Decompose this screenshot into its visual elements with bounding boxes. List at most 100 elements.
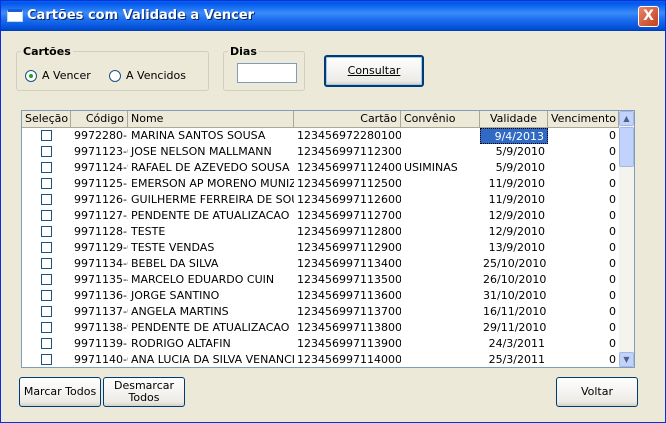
table-row[interactable]: 9972280-1 MARINA SANTOS SOUSA 123456972280…: [22, 128, 619, 144]
scroll-up-icon[interactable]: ▲: [619, 111, 634, 126]
checkbox-icon[interactable]: [41, 162, 52, 173]
col-vencimento[interactable]: Vencimento: [548, 111, 619, 128]
table-row[interactable]: 9971123-0 JOSE NELSON MALLMANN 12345699711…: [22, 144, 619, 160]
consultar-button[interactable]: Consultar: [324, 55, 424, 87]
row-checkbox[interactable]: [22, 176, 71, 192]
voltar-label: Voltar: [580, 385, 614, 398]
cell-convenio: [401, 352, 480, 367]
desmarcar-todos-label-line2: Todos: [128, 391, 160, 404]
marcar-todos-button[interactable]: Marcar Todos: [19, 377, 101, 407]
cell-convenio: [401, 304, 480, 320]
cell-nome: JOSE NELSON MALLMANN: [131, 145, 272, 158]
scroll-down-icon[interactable]: ▼: [619, 352, 634, 367]
table-row[interactable]: 9971134-6 BEBEL DA SILVA 1234569971134002 2…: [22, 256, 619, 272]
vertical-scrollbar[interactable]: ▲ ▼: [619, 111, 634, 367]
checkbox-icon[interactable]: [41, 290, 52, 301]
window-icon: [7, 9, 23, 22]
cell-validade: 26/10/2010: [483, 273, 547, 286]
cell-vencimento: 0: [609, 161, 616, 174]
table-row[interactable]: 9971129-0 TESTE VENDAS 1234569971129002 13/…: [22, 240, 619, 256]
col-validade[interactable]: Validade: [480, 111, 548, 128]
col-convenio[interactable]: Convênio: [401, 111, 480, 128]
checkbox-icon[interactable]: [41, 242, 52, 253]
checkbox-icon[interactable]: [41, 354, 52, 365]
desmarcar-todos-button[interactable]: Desmarcar Todos: [103, 377, 185, 407]
table-row[interactable]: 9971128-1 TESTE 1234569971128004 12/9/2010 0: [22, 224, 619, 240]
cell-cartao: 1234569971136007: [297, 289, 401, 302]
checkbox-icon[interactable]: [41, 146, 52, 157]
checkbox-icon[interactable]: [41, 130, 52, 141]
row-checkbox[interactable]: [22, 128, 71, 144]
checkbox-icon[interactable]: [41, 322, 52, 333]
cell-cartao: 1234569971128004: [297, 225, 401, 238]
radio-selected-icon: [25, 69, 37, 82]
radio-a-vencer[interactable]: A Vencer: [25, 69, 91, 82]
checkbox-icon[interactable]: [41, 226, 52, 237]
row-checkbox[interactable]: [22, 224, 71, 240]
checkbox-icon[interactable]: [41, 306, 52, 317]
col-nome[interactable]: Nome: [128, 111, 294, 128]
dias-input[interactable]: [237, 63, 297, 83]
col-codigo[interactable]: Código: [71, 111, 128, 128]
dias-label: Dias: [230, 45, 257, 58]
row-checkbox[interactable]: [22, 240, 71, 256]
col-cartao[interactable]: Cartão: [294, 111, 401, 128]
cell-convenio: [401, 288, 480, 304]
cell-vencimento: 0: [609, 305, 616, 318]
row-checkbox[interactable]: [22, 192, 71, 208]
checkbox-icon[interactable]: [41, 178, 52, 189]
scroll-thumb[interactable]: [619, 127, 634, 167]
cell-codigo: 9971123-0: [74, 145, 128, 158]
checkbox-icon[interactable]: [41, 210, 52, 221]
cell-convenio: [401, 224, 480, 240]
radio-a-vencidos-label: A Vencidos: [126, 69, 186, 82]
cell-nome: ANA LUCIA DA SILVA VENANCIO: [131, 353, 294, 366]
cell-codigo: 9971136-2: [74, 289, 128, 302]
cards-table: Seleção Código Nome Cartão Convênio Vali…: [21, 110, 635, 368]
row-checkbox[interactable]: [22, 256, 71, 272]
cell-cartao: 1234569971124003: [297, 161, 401, 174]
cell-codigo: 9971134-6: [74, 257, 128, 270]
table-row[interactable]: 9971126-5 GUILHERME FERREIRA DE SOU 123456…: [22, 192, 619, 208]
voltar-button[interactable]: Voltar: [556, 377, 638, 407]
table-row[interactable]: 9971137-0 ANGELA MARTINS 1234569971137000 1…: [22, 304, 619, 320]
cell-validade: 12/9/2010: [488, 209, 545, 222]
table-row[interactable]: 9971136-2 JORGE SANTINO 1234569971136007 31…: [22, 288, 619, 304]
row-checkbox[interactable]: [22, 208, 71, 224]
checkbox-icon[interactable]: [41, 258, 52, 269]
row-checkbox[interactable]: [22, 144, 71, 160]
row-checkbox[interactable]: [22, 352, 71, 367]
table-row[interactable]: 9971138-9 PENDENTE DE ATUALIZACAO 12345699…: [22, 320, 619, 336]
cell-convenio: [401, 320, 480, 336]
cell-vencimento: 0: [609, 129, 616, 142]
close-button[interactable]: X: [638, 6, 659, 27]
cartoes-group: Cartões A Vencer A Vencidos: [16, 45, 209, 91]
table-row[interactable]: 9971124-9 RAFAEL DE AZEVEDO SOUSA 12345699…: [22, 160, 619, 176]
cell-cartao: 1234569971123005: [297, 145, 401, 158]
cell-nome: ANGELA MARTINS: [131, 305, 229, 318]
cell-validade: 31/10/2010: [483, 289, 547, 302]
table-row[interactable]: 9971125-7 EMERSON AP MORENO MUNIZ 12345699…: [22, 176, 619, 192]
cell-cartao: 1234569971138003: [297, 321, 401, 334]
row-checkbox[interactable]: [22, 272, 71, 288]
col-selecao[interactable]: Seleção: [22, 111, 71, 128]
cell-convenio: USIMINAS: [404, 161, 458, 174]
cell-codigo: 9971135-4: [74, 273, 128, 286]
checkbox-icon[interactable]: [41, 274, 52, 285]
row-checkbox[interactable]: [22, 304, 71, 320]
table-row[interactable]: 9971135-4 MARCELO EDUARDO CUIN 12345699711…: [22, 272, 619, 288]
checkbox-icon[interactable]: [41, 194, 52, 205]
row-checkbox[interactable]: [22, 288, 71, 304]
table-row[interactable]: 9971139-7 RODRIGO ALTAFIN 1234569971139001…: [22, 336, 619, 352]
cell-nome: GUILHERME FERREIRA DE SOU: [131, 193, 294, 206]
checkbox-icon[interactable]: [41, 338, 52, 349]
table-row[interactable]: 9971127-3 PENDENTE DE ATUALIZACAO 12345699…: [22, 208, 619, 224]
row-checkbox[interactable]: [22, 160, 71, 176]
row-checkbox[interactable]: [22, 320, 71, 336]
cell-codigo: 9971138-9: [74, 321, 128, 334]
radio-a-vencidos[interactable]: A Vencidos: [109, 69, 186, 82]
row-checkbox[interactable]: [22, 336, 71, 352]
cell-convenio: [401, 144, 480, 160]
cell-nome: TESTE: [131, 225, 166, 238]
table-row[interactable]: 9971140-0 ANA LUCIA DA SILVA VENANCIO 1234…: [22, 352, 619, 367]
